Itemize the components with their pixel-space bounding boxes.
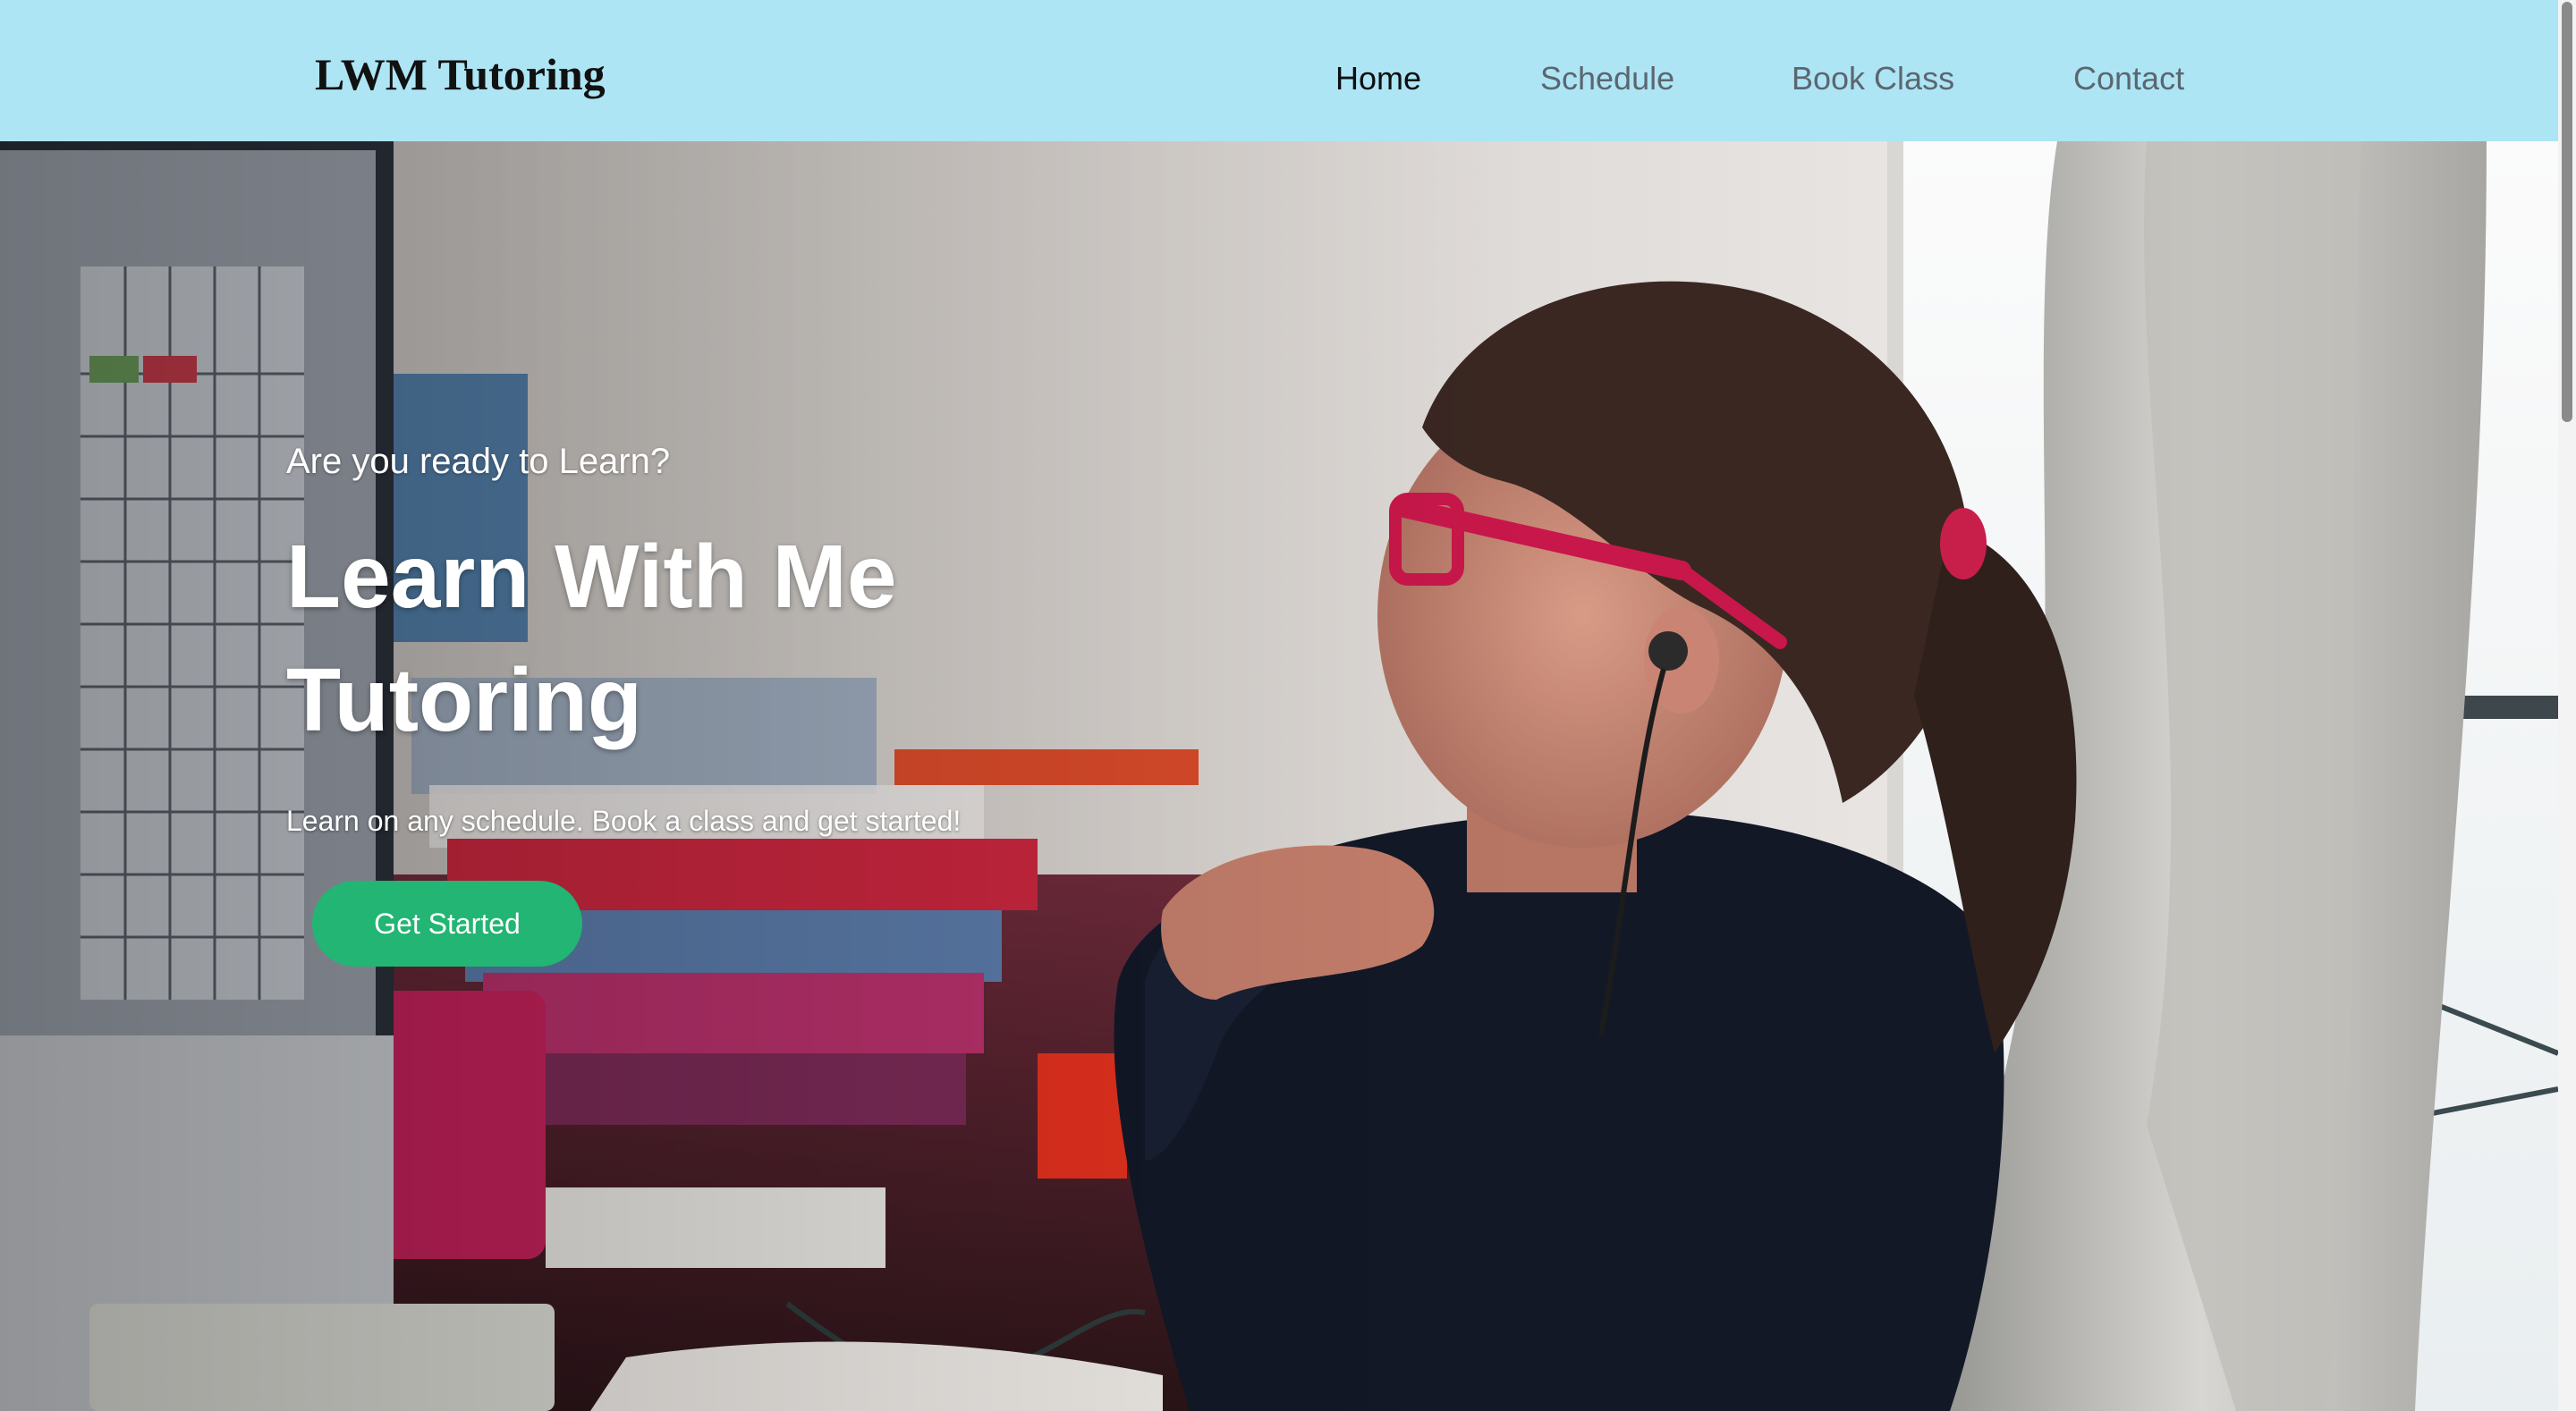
navbar: LWM Tutoring Home Schedule Book Class Co… <box>0 0 2558 141</box>
hero-overlay <box>0 141 2558 1411</box>
main-nav: Home Schedule Book Class Contact <box>0 63 2558 98</box>
page: LWM Tutoring Home Schedule Book Class Co… <box>0 0 2576 1411</box>
nav-item-contact[interactable]: Contact <box>2073 63 2184 95</box>
nav-item-book-class[interactable]: Book Class <box>1792 63 1954 95</box>
hero-subtitle: Learn on any schedule. Book a class and … <box>286 805 962 837</box>
get-started-button[interactable]: Get Started <box>312 881 582 967</box>
hero-title-line-1: Learn With Me <box>286 527 897 627</box>
scrollbar-thumb[interactable] <box>2562 2 2572 422</box>
nav-item-schedule[interactable]: Schedule <box>1540 63 1674 95</box>
hero-title: Learn With Me Tutoring <box>286 515 1091 762</box>
hero-section: Are you ready to Learn? Learn With Me Tu… <box>0 141 2558 1411</box>
hero-title-line-2: Tutoring <box>286 650 642 750</box>
nav-item-home[interactable]: Home <box>1335 63 1421 95</box>
hero-eyebrow: Are you ready to Learn? <box>286 442 671 481</box>
vertical-scrollbar[interactable] <box>2558 0 2576 1411</box>
